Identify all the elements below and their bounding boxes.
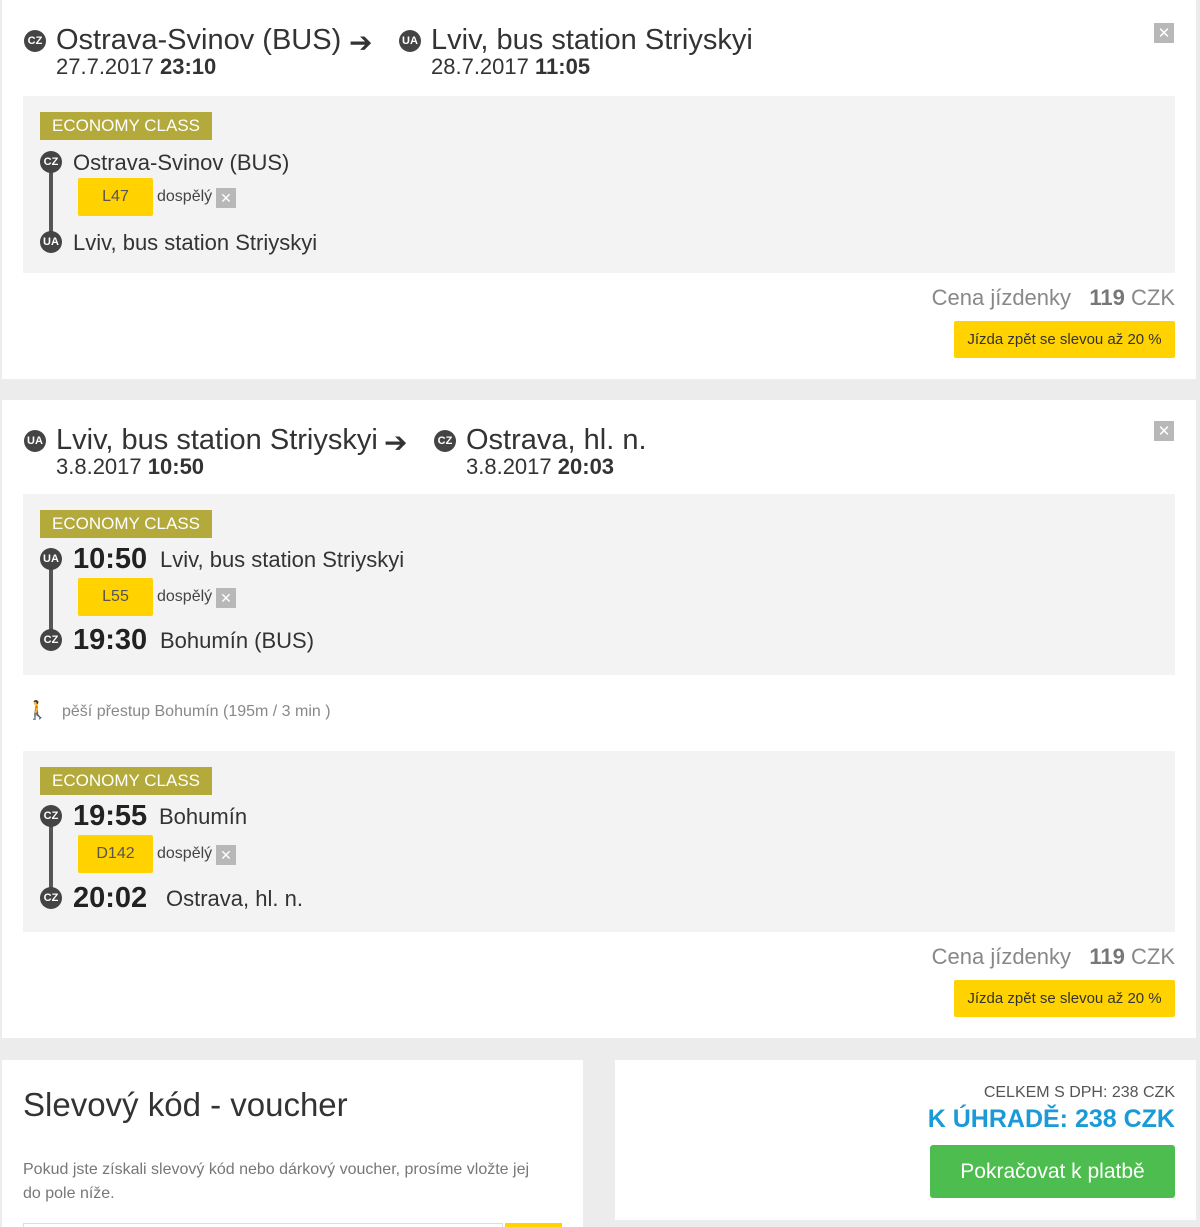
ticket-price: Cena jízdenky 119 CZK bbox=[931, 944, 1175, 969]
class-badge: ECONOMY CLASS bbox=[40, 112, 213, 140]
walking-person-icon: 🚶 bbox=[26, 700, 49, 720]
origin-name: Lviv, bus station Striyskyi bbox=[56, 424, 378, 456]
route-line bbox=[49, 823, 53, 897]
arrival-time: 19:30 bbox=[73, 624, 148, 656]
remove-trip-close-icon[interactable]: ✕ bbox=[1154, 23, 1174, 43]
arrival-time: 20:02 bbox=[73, 882, 148, 914]
voucher-title: Slevový kód - voucher bbox=[23, 1086, 348, 1123]
country-badge-icon: CZ bbox=[40, 887, 62, 909]
amount-to-pay: K ÚHRADĚ: 238 CZK bbox=[927, 1105, 1175, 1133]
trip-card-outbound: CZ Ostrava-Svinov (BUS) 27.7.2017 23:10 … bbox=[2, 0, 1196, 379]
return-discount-button[interactable]: Jízda zpět se slevou až 20 % bbox=[954, 980, 1175, 1017]
continue-to-payment-button[interactable]: Pokračovat k platbě bbox=[930, 1145, 1175, 1198]
country-badge-icon: CZ bbox=[40, 805, 62, 827]
seat-button[interactable]: L47 bbox=[78, 178, 153, 216]
arrival-station: Ostrava, hl. n. bbox=[166, 886, 303, 911]
country-badge-icon: CZ bbox=[24, 30, 46, 52]
departure-time: 19:55 bbox=[73, 800, 148, 832]
country-badge-icon: CZ bbox=[434, 430, 456, 452]
arrow-right-icon: ➔ bbox=[384, 427, 408, 458]
origin-datetime: 3.8.2017 10:50 bbox=[56, 454, 205, 479]
country-badge-icon: CZ bbox=[40, 151, 62, 173]
arrow-right-icon: ➔ bbox=[349, 27, 373, 58]
passenger-type: dospělý bbox=[157, 188, 213, 205]
country-badge-icon: UA bbox=[40, 231, 62, 253]
voucher-description: Pokud jste získali slevový kód nebo dárk… bbox=[23, 1161, 530, 1202]
class-badge: ECONOMY CLASS bbox=[40, 510, 213, 538]
remove-passenger-close-icon[interactable]: ✕ bbox=[216, 588, 236, 608]
ticket-price: Cena jízdenky 119 CZK bbox=[931, 285, 1175, 310]
remove-trip-close-icon[interactable]: ✕ bbox=[1154, 421, 1174, 441]
arrival-station: Lviv, bus station Striyskyi bbox=[73, 230, 318, 255]
passenger-type: dospělý bbox=[157, 845, 213, 862]
route-header: CZ Ostrava-Svinov (BUS) 27.7.2017 23:10 … bbox=[24, 22, 1124, 82]
departure-time: 10:50 bbox=[73, 543, 148, 575]
remove-passenger-close-icon[interactable]: ✕ bbox=[216, 845, 236, 865]
departure-station: Lviv, bus station Striyskyi bbox=[160, 547, 405, 572]
segment-card: ECONOMY CLASS UA 10:50 Lviv, bus station… bbox=[23, 494, 1175, 675]
order-summary: CELKEM S DPH: 238 CZK K ÚHRADĚ: 238 CZK … bbox=[615, 1060, 1196, 1220]
country-badge-icon: UA bbox=[24, 430, 46, 452]
voucher-apply-button[interactable] bbox=[505, 1223, 562, 1227]
transfer-info: 🚶 pěší přestup Bohumín (195m / 3 min ) bbox=[26, 700, 331, 720]
total-with-vat: CELKEM S DPH: 238 CZK bbox=[983, 1084, 1175, 1101]
seat-button[interactable]: L55 bbox=[78, 578, 153, 616]
seat-button[interactable]: D142 bbox=[78, 835, 153, 873]
country-badge-icon: UA bbox=[399, 30, 421, 52]
route-header: UA Lviv, bus station Striyskyi 3.8.2017 … bbox=[24, 422, 1124, 482]
passenger-type: dospělý bbox=[157, 588, 213, 605]
route-line bbox=[49, 168, 53, 238]
class-badge: ECONOMY CLASS bbox=[40, 767, 213, 795]
voucher-code-input[interactable] bbox=[23, 1223, 503, 1227]
remove-passenger-close-icon[interactable]: ✕ bbox=[216, 188, 236, 208]
country-badge-icon: UA bbox=[40, 548, 62, 570]
return-discount-button[interactable]: Jízda zpět se slevou až 20 % bbox=[954, 321, 1175, 358]
destination-datetime: 3.8.2017 20:03 bbox=[466, 454, 615, 479]
departure-station: Ostrava-Svinov (BUS) bbox=[73, 150, 290, 175]
trip-card-return: UA Lviv, bus station Striyskyi 3.8.2017 … bbox=[2, 400, 1196, 1038]
destination-name: Ostrava, hl. n. bbox=[466, 424, 647, 456]
voucher-panel: Slevový kód - voucher Pokud jste získali… bbox=[2, 1060, 583, 1227]
origin-datetime: 27.7.2017 23:10 bbox=[56, 54, 217, 79]
destination-datetime: 28.7.2017 11:05 bbox=[431, 54, 591, 79]
destination-name: Lviv, bus station Striyskyi bbox=[431, 24, 753, 56]
country-badge-icon: CZ bbox=[40, 629, 62, 651]
arrival-station: Bohumín (BUS) bbox=[160, 628, 315, 653]
segment-card: ECONOMY CLASS CZ Ostrava-Svinov (BUS) L4… bbox=[23, 96, 1175, 273]
origin-name: Ostrava-Svinov (BUS) bbox=[56, 24, 342, 56]
departure-station: Bohumín bbox=[159, 804, 248, 829]
segment-card: ECONOMY CLASS CZ 19:55 Bohumín D142 dosp… bbox=[23, 751, 1175, 932]
